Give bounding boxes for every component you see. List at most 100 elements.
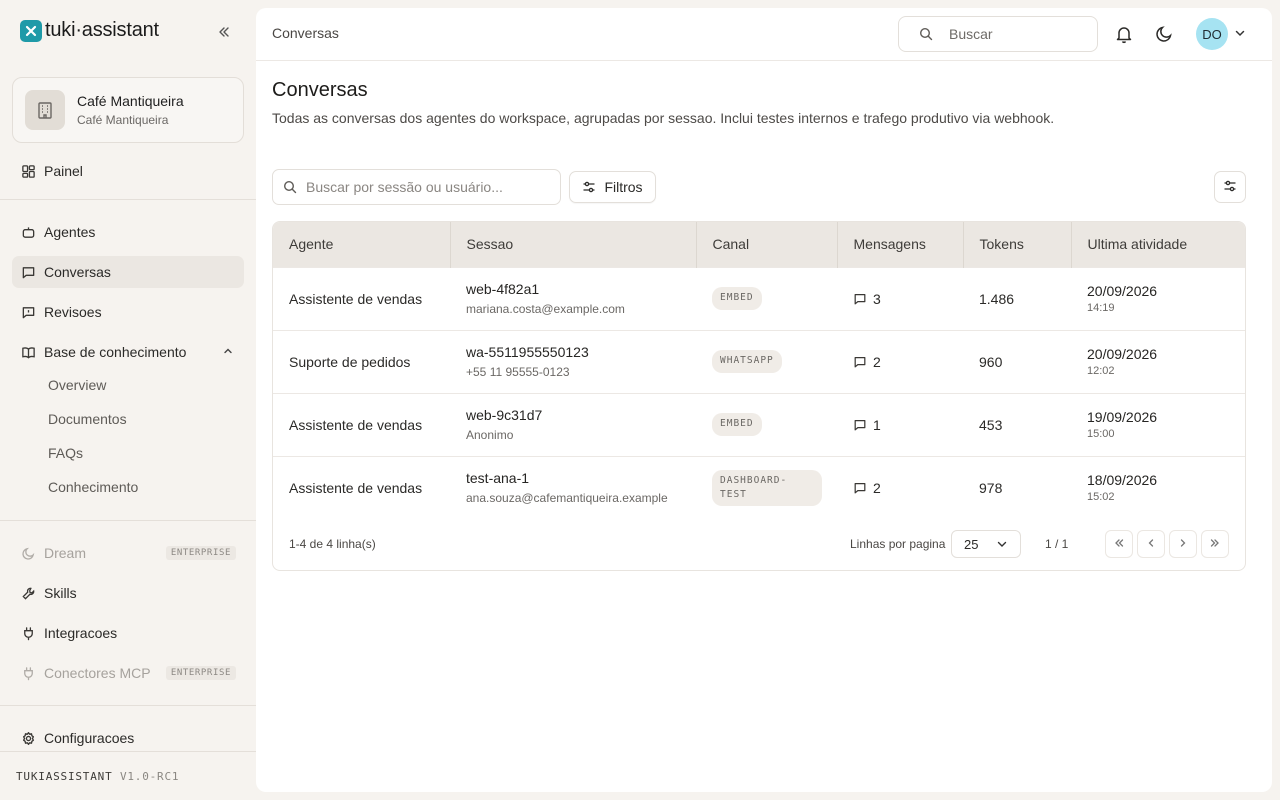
sidebar-subitem-documentos[interactable]: Documentos [48,409,127,429]
sidebar-item-base-conhecimento[interactable]: Base de conhecimento [12,336,244,368]
main-panel: Conversas Buscar DO Conversas Todas as c… [256,8,1272,792]
cell-date: 18/09/2026 [1087,472,1158,489]
dashboard-icon [20,163,36,179]
column-header-sessao[interactable]: Sessao [450,222,697,267]
brand-logo[interactable]: tuki·assistant [20,19,159,42]
bell-icon[interactable] [1112,22,1136,46]
column-header-canal[interactable]: Canal [696,222,838,267]
workspace-subtitle: Café Mantiqueira [77,113,169,127]
divider [0,751,256,752]
conversations-table: Agente Sessao Canal Mensagens Tokens Ult… [272,221,1246,571]
sidebar-item-integracoes[interactable]: Integracoes [12,617,244,649]
cell-session-user: Anonimo [466,428,514,442]
rows-per-page-select[interactable]: 25 [951,530,1021,558]
previous-page-button[interactable] [1137,530,1165,558]
global-search-placeholder: Buscar [949,26,993,42]
column-header-ultima-atividade[interactable]: Ultima atividade [1071,222,1245,267]
avatar[interactable]: DO [1196,18,1228,50]
workspace-name: Café Mantiqueira [77,93,184,109]
sidebar-item-label: Conversas [44,264,111,280]
table-row[interactable]: Assistente de vendas web-9c31d7 Anonimo E… [273,393,1245,456]
brand-icon [20,19,42,42]
cell-tokens: 453 [979,416,1003,433]
cell-time: 15:00 [1087,428,1115,440]
sidebar-subitem-conhecimento[interactable]: Conhecimento [48,477,138,497]
sidebar-item-skills[interactable]: Skills [12,577,244,609]
first-page-button[interactable] [1105,530,1133,558]
sidebar-item-dream[interactable]: Dream ENTERPRISE [12,537,244,569]
cell-tokens: 960 [979,353,1003,370]
collapse-sidebar-icon[interactable] [214,22,234,42]
chevrons-right-icon [1209,536,1221,552]
sidebar-item-agentes[interactable]: Agentes [12,216,244,248]
last-page-button[interactable] [1201,530,1229,558]
sidebar: tuki·assistant Café Mantiqueira Café Man… [0,0,256,800]
moon-icon[interactable] [1152,22,1176,46]
sidebar-item-conversas[interactable]: Conversas [12,256,244,288]
table-row[interactable]: Assistente de vendas test-ana-1 ana.souza… [273,456,1245,519]
filters-label: Filtros [604,179,643,195]
chevron-down-icon[interactable] [1234,26,1246,42]
sidebar-item-configuracoes[interactable]: Configuracoes [12,722,244,754]
table-footer: 1-4 de 4 linha(s) Linhas por pagina 25 1… [273,530,1245,558]
cell-time: 14:19 [1087,302,1115,314]
message-alert-icon [20,304,36,320]
gear-icon [20,730,36,746]
moon-icon [20,545,36,561]
sidebar-item-label: Integracoes [44,625,118,641]
global-search-input[interactable]: Buscar [898,16,1098,52]
sidebar-item-label: Skills [44,585,77,601]
wrench-icon [20,585,36,601]
cell-session-id: test-ana-1 [466,470,530,487]
column-header-tokens[interactable]: Tokens [963,222,1072,267]
sliders-icon [582,180,596,194]
table-row[interactable]: Suporte de pedidos wa-5511955550123 +55 1… [273,330,1245,393]
sidebar-item-label: Dream [44,545,87,561]
session-search-input[interactable]: Buscar por sessão ou usuário... [272,169,561,205]
cell-tokens: 1.486 [979,290,1015,307]
sidebar-item-conectores-mcp[interactable]: Conectores MCP ENTERPRISE [12,657,244,689]
cell-messages: 2 [873,353,881,370]
channel-badge: WHATSAPP [712,350,782,373]
workspace-switcher[interactable]: Café Mantiqueira Café Mantiqueira [12,77,244,143]
row-count: 1-4 de 4 linha(s) [289,537,376,551]
session-search-placeholder: Buscar por sessão ou usuário... [306,179,503,195]
message-square-icon [853,355,867,369]
cell-time: 15:02 [1087,491,1115,504]
rows-per-page-label: Linhas por pagina [850,537,946,551]
message-square-icon [853,292,867,306]
sidebar-item-revisoes[interactable]: Revisoes [12,296,244,328]
sidebar-item-label: Conectores MCP [44,665,151,681]
channel-badge: EMBED [712,287,762,310]
sidebar-subitem-overview[interactable]: Overview [48,375,106,395]
sidebar-item-painel[interactable]: Painel [12,155,244,187]
view-options-button[interactable] [1214,171,1246,203]
channel-badge: EMBED [712,413,762,436]
cell-session-user: ana.souza@cafemantiqueira.example [466,491,668,506]
chevron-up-icon[interactable] [222,344,234,360]
cell-messages: 2 [873,479,881,496]
sidebar-subitem-faqs[interactable]: FAQs [48,443,83,463]
filters-button[interactable]: Filtros [569,171,656,203]
next-page-button[interactable] [1169,530,1197,558]
table-row[interactable]: Assistente de vendas web-4f82a1 mariana.c… [273,267,1245,330]
divider [0,705,256,706]
breadcrumb[interactable]: Conversas [272,25,339,41]
chevron-down-icon [996,538,1008,550]
chevron-left-icon [1145,536,1157,552]
divider [0,199,256,200]
divider [0,520,256,521]
building-icon [25,90,65,130]
brand-name: tuki·assistant [45,19,159,41]
enterprise-badge: ENTERPRISE [165,546,236,560]
column-header-agente[interactable]: Agente [273,222,451,267]
cell-session-id: web-4f82a1 [466,281,540,297]
sidebar-item-label: Revisoes [44,304,102,320]
cell-agent: Assistente de vendas [289,290,423,307]
cell-date: 20/09/2026 [1087,283,1158,299]
column-header-mensagens[interactable]: Mensagens [837,222,964,267]
page-indicator: 1 / 1 [1045,537,1069,551]
cell-agent: Assistente de vendas [289,416,423,433]
version-name: TUKIASSISTANT [16,770,113,783]
chevrons-left-icon [1113,536,1125,552]
